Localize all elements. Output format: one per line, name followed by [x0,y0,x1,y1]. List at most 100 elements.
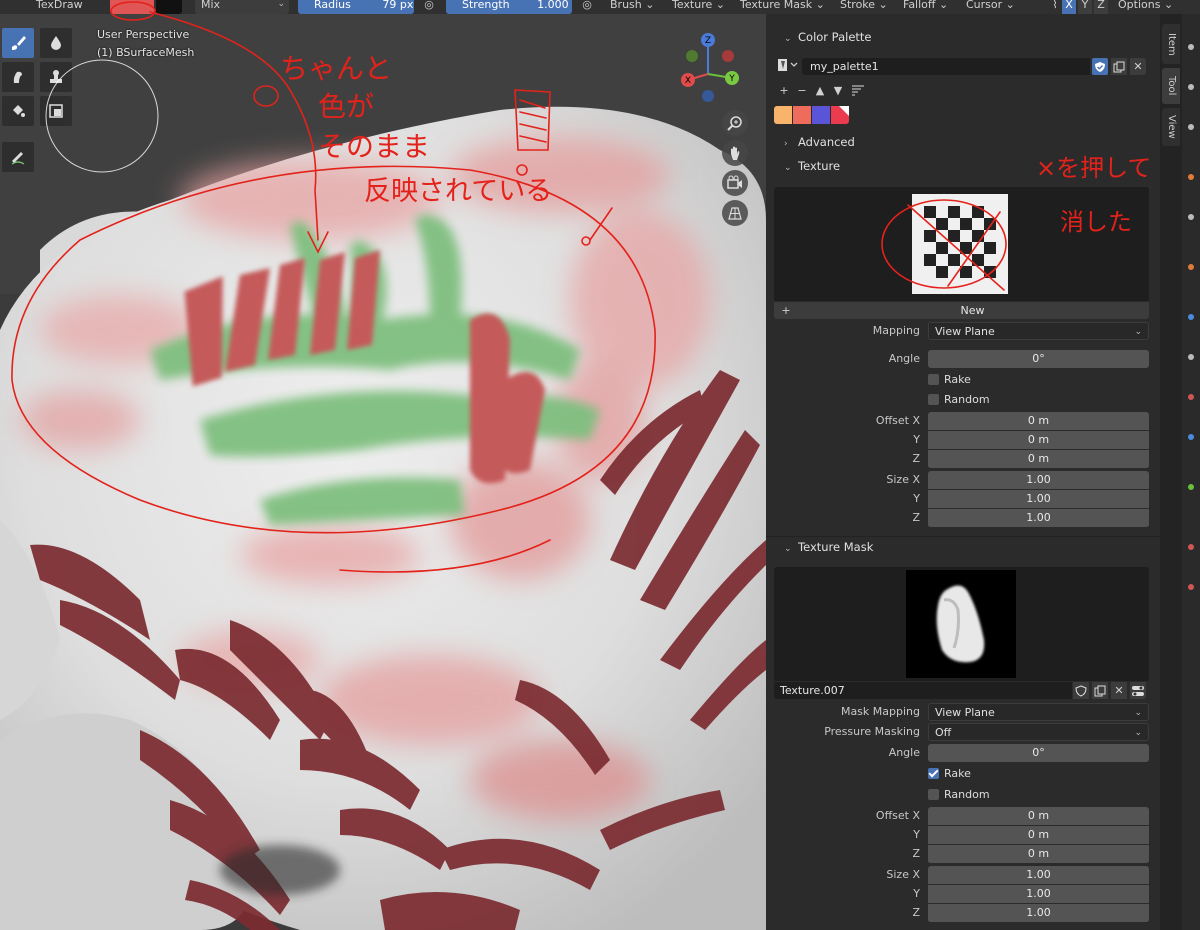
mask-size-y-field[interactable]: 1.00 [928,885,1149,904]
axis-z-toggle[interactable]: Z [1094,0,1108,14]
mask-texture-preview[interactable] [906,570,1016,678]
add-texture-button[interactable]: + [778,302,794,319]
random-checkbox[interactable]: Random [928,392,990,408]
menu-stroke[interactable]: Stroke ⌄ [840,0,888,14]
fill-tool-button[interactable] [2,96,34,126]
strength-field[interactable]: Strength 1.000 [446,0,572,14]
physics-tab-icon[interactable] [1188,394,1194,400]
axis-y-toggle[interactable]: Y [1078,0,1092,14]
mask-node-toggle-button[interactable] [1130,682,1146,699]
draw-tool-button[interactable] [2,28,34,58]
mask-size-x-field[interactable]: 1.00 [928,866,1149,885]
data-tab-icon[interactable] [1188,484,1194,490]
advanced-header[interactable]: › Advanced [766,131,1160,153]
fake-user-button[interactable] [1092,58,1108,75]
options-menu[interactable]: Options ⌄ [1118,0,1173,14]
constraints-tab-icon[interactable] [1188,434,1194,440]
mask-mapping-dropdown[interactable]: View Plane ⌄ [928,703,1149,721]
menu-brush[interactable]: Brush ⌄ [610,0,654,14]
angle-field[interactable]: 0° [928,350,1149,368]
modifier-tab-icon[interactable] [1188,314,1194,320]
mask-rake-checkbox[interactable]: Rake [928,766,971,782]
mask-fake-user-button[interactable] [1073,682,1089,699]
mask-random-checkbox[interactable]: Random [928,787,990,803]
menu-cursor[interactable]: Cursor ⌄ [966,0,1015,14]
mask-name-field[interactable]: Texture.007 [774,682,1072,699]
secondary-color-swatch[interactable] [156,0,182,14]
menu-falloff[interactable]: Falloff ⌄ [903,0,948,14]
material-tab-icon[interactable] [1188,544,1194,550]
add-color-button[interactable]: + [776,82,792,98]
remove-color-button[interactable]: − [794,82,810,98]
particles-tab-icon[interactable] [1188,354,1194,360]
mask-angle-field[interactable]: 0° [928,744,1149,762]
pressure-icon[interactable]: ◎ [420,0,438,14]
annotate-tool-button[interactable] [2,142,34,172]
strength-pressure-icon[interactable]: ◎ [578,0,596,14]
tool-tab-icon[interactable] [1188,44,1194,50]
offset-z-field[interactable]: 0 m [928,450,1149,469]
mask-offset-y-field[interactable]: 0 m [928,826,1149,845]
palette-browse-button[interactable] [776,57,800,73]
duplicate-palette-button[interactable] [1111,58,1127,75]
axis-gizmo[interactable]: Z X Y [670,32,750,112]
size-z-label: Z [912,511,920,524]
blend-dropdown[interactable]: Mix ⌄ [195,0,289,14]
new-texture-button[interactable]: New [796,302,1149,319]
size-y-field[interactable]: 1.00 [928,490,1149,509]
ortho-toggle-button[interactable] [722,200,748,226]
axis-x-toggle[interactable]: X [1062,0,1076,14]
chevron-down-icon: ⌄ [784,544,792,554]
chevron-right-icon: › [784,139,788,149]
size-z-field[interactable]: 1.00 [928,509,1149,528]
smear-tool-button[interactable] [2,62,34,92]
mask-offset-x-field[interactable]: 0 m [928,807,1149,826]
palette-swatch-1[interactable] [774,106,792,124]
mask-unlink-button[interactable]: ✕ [1111,682,1127,699]
texture-header[interactable]: ⌄ Texture [766,155,1160,177]
render-tab-icon[interactable] [1188,84,1194,90]
palette-swatch-4[interactable] [831,106,849,124]
mask-size-y-label: Y [913,887,920,900]
pan-button[interactable] [722,140,748,166]
mask-offset-z-field[interactable]: 0 m [928,845,1149,864]
palette-swatch-2[interactable] [793,106,811,124]
angle-label: Angle [888,352,920,365]
offset-x-field[interactable]: 0 m [928,412,1149,431]
soften-tool-button[interactable] [40,28,72,58]
tab-item[interactable]: Item [1162,24,1180,64]
texture-checker-preview[interactable] [912,194,1008,294]
output-tab-icon[interactable] [1188,124,1194,130]
texture-tab-icon[interactable] [1188,584,1194,590]
mapping-dropdown[interactable]: View Plane ⌄ [928,322,1149,340]
triangle-down-icon: ▼ [833,83,843,97]
zoom-button[interactable] [722,110,748,136]
tab-view[interactable]: View [1162,108,1180,146]
primary-color-swatch[interactable] [110,0,154,14]
size-x-field[interactable]: 1.00 [928,471,1149,490]
unlink-palette-button[interactable]: ✕ [1130,58,1146,75]
move-down-button[interactable]: ▼ [830,82,846,98]
tab-tool[interactable]: Tool [1162,68,1180,104]
color-palette-title: Color Palette [798,30,872,44]
offset-y-field[interactable]: 0 m [928,431,1149,450]
menu-texture[interactable]: Texture ⌄ [672,0,725,14]
palette-name-field[interactable]: my_palette1 [802,58,1090,75]
menu-texture-mask[interactable]: Texture Mask ⌄ [740,0,825,14]
3d-viewport[interactable]: User Perspective (1) BSurfaceMesh Z X Y [0,14,766,930]
mode-label[interactable]: TexDraw [36,0,83,14]
object-tab-icon[interactable] [1188,264,1194,270]
radius-field[interactable]: Radius 79 px [298,0,414,14]
camera-button[interactable] [722,170,748,196]
mask-duplicate-button[interactable] [1092,682,1108,699]
pressure-masking-dropdown[interactable]: Off ⌄ [928,723,1149,741]
move-up-button[interactable]: ▲ [812,82,828,98]
texture-mask-header[interactable]: ⌄ Texture Mask [766,536,1160,558]
world-tab-icon[interactable] [1188,214,1194,220]
color-palette-header[interactable]: ⌄ Color Palette [766,26,1160,48]
palette-swatch-3[interactable] [812,106,830,124]
scene-tab-icon[interactable] [1188,174,1194,180]
sort-colors-button[interactable] [850,82,866,98]
rake-checkbox[interactable]: Rake [928,372,971,388]
mask-size-z-field[interactable]: 1.00 [928,904,1149,923]
